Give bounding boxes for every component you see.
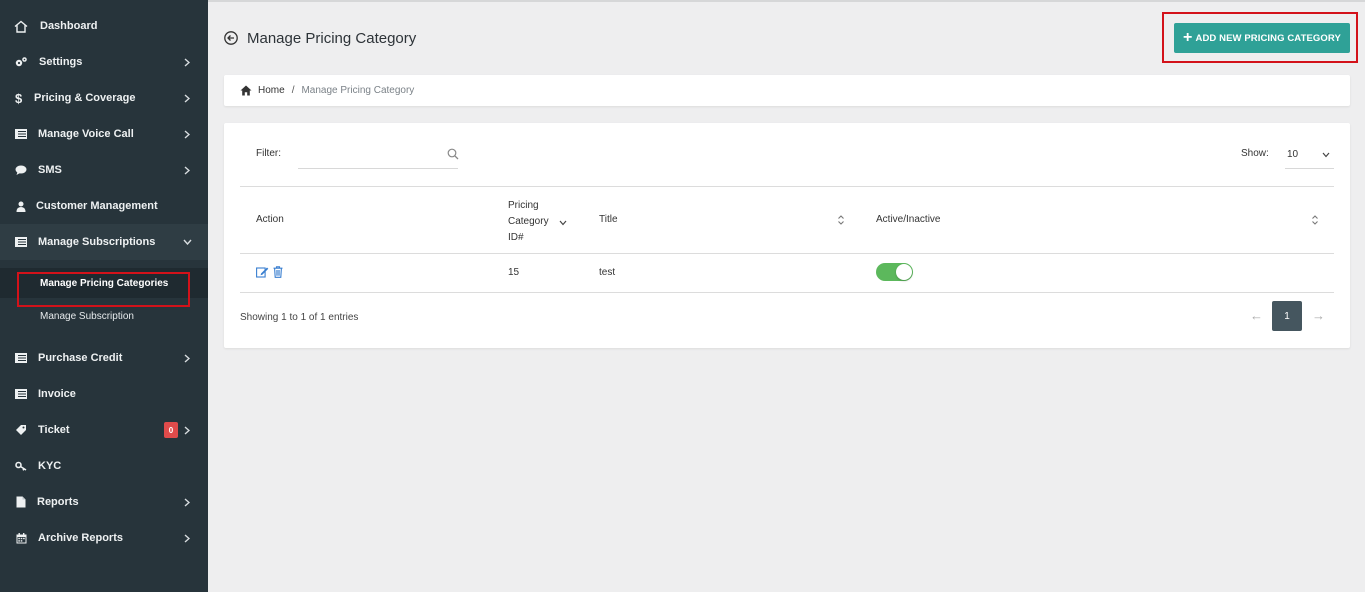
breadcrumb-home-link[interactable]: Home [258,85,285,96]
sidebar-item-customer-management[interactable]: Customer Management [0,188,208,224]
cell-title: test [599,267,616,278]
edit-icon[interactable] [256,265,269,278]
filter-input[interactable] [298,141,458,169]
page-title: Manage Pricing Category [247,29,417,47]
gears-icon [14,55,28,69]
page-size-select[interactable]: 10 [1285,141,1334,169]
list-icon [14,387,28,401]
sidebar-item-label: Dashboard [40,20,98,32]
page-number: 1 [1284,310,1290,322]
pricing-category-table-card: Filter: Show: 10 Action Pricing Category… [224,123,1350,348]
chevron-right-icon [182,129,192,139]
page-header: Manage Pricing Category [224,26,416,50]
table-top-border [240,186,1334,187]
list-icon [14,351,28,365]
table-header-border [240,253,1334,254]
chevron-right-icon [182,533,192,543]
sidebar-item-label: Reports [37,496,79,508]
highlight-box [1162,12,1358,63]
sidebar-item-label: Invoice [38,388,76,400]
delete-icon[interactable] [273,265,285,278]
sidebar-item-label: Settings [39,56,83,68]
home-icon [240,85,252,97]
table-bottom-border [240,292,1334,293]
ticket-icon [14,423,28,437]
breadcrumb-separator: / [291,85,295,96]
sidebar-item-label: Pricing & Coverage [34,92,136,104]
sidebar-item-manage-subscriptions[interactable]: Manage Subscriptions [0,224,208,260]
sidebar-item-invoice[interactable]: Invoice [0,376,208,412]
cell-pricing-category-id: 15 [508,267,520,278]
sidebar-item-label: Manage Subscriptions [38,236,156,248]
key-icon [14,459,28,473]
page-size-value: 10 [1287,149,1299,160]
back-arrow-icon[interactable] [224,31,238,45]
sidebar-item-archive-reports[interactable]: Archive Reports [0,520,208,556]
filter-label: Filter: [256,148,281,159]
chevron-right-icon [182,497,192,507]
list-icon [14,127,28,141]
column-header-title[interactable]: Title [599,214,618,225]
column-header-line: Pricing [508,200,539,211]
active-toggle[interactable] [876,263,913,281]
pagination-next-arrow[interactable]: → [1312,308,1325,323]
sidebar-item-label: Ticket [38,424,70,436]
search-icon [447,147,459,160]
chevron-down-icon [1322,150,1330,161]
sidebar-item-kyc[interactable]: KYC [0,448,208,484]
sidebar-item-manage-voice-call[interactable]: Manage Voice Call [0,116,208,152]
sidebar-item-label: KYC [38,460,62,472]
breadcrumb-current: Manage Pricing Category [301,85,415,96]
toggle-knob [896,264,912,280]
sidebar-item-reports[interactable]: Reports [0,484,208,520]
sort-icon[interactable] [837,213,845,225]
entries-summary: Showing 1 to 1 of 1 entries [240,312,359,323]
sidebar-item-sms[interactable]: SMS [0,152,208,188]
svg-text:$: $ [15,91,23,105]
comment-icon [14,163,28,177]
submenu-item-label: Manage Subscription [40,310,134,322]
highlight-box [17,272,190,307]
sidebar-item-label: Archive Reports [38,532,123,544]
ticket-count-badge: 0 [164,422,178,438]
home-icon [14,19,28,33]
column-header-action: Action [256,214,284,225]
sidebar-item-pricing-coverage[interactable]: $ Pricing & Coverage [0,80,208,116]
chevron-down-icon [182,237,192,247]
sidebar-item-settings[interactable]: Settings [0,44,208,80]
list-icon [14,235,28,249]
sidebar-item-label: Customer Management [36,200,158,212]
column-header-line: ID# [508,232,524,243]
sidebar-item-dashboard[interactable]: Dashboard [0,8,208,44]
chevron-right-icon [182,57,192,67]
column-header-line: Category [508,216,549,227]
file-icon [14,495,28,509]
chevron-right-icon [182,93,192,103]
breadcrumb: Home / Manage Pricing Category [224,75,1350,106]
sidebar-item-label: SMS [38,164,62,176]
sidebar-item-purchase-credit[interactable]: Purchase Credit [0,340,208,376]
user-icon [14,199,28,213]
pagination-page-1[interactable]: 1 [1272,301,1302,331]
column-header-pricing-category-id[interactable]: Pricing Category ID# [508,198,549,246]
show-label: Show: [1241,148,1269,159]
chevron-right-icon [182,425,192,435]
sidebar-item-label: Manage Voice Call [38,128,134,140]
sidebar-item-ticket[interactable]: Ticket 0 [0,412,208,448]
pagination-prev-arrow[interactable]: ← [1250,308,1263,323]
chevron-right-icon [182,353,192,363]
sort-desc-icon[interactable] [559,214,567,226]
top-border [208,0,1365,2]
column-header-active[interactable]: Active/Inactive [876,214,940,225]
dollar-icon: $ [12,91,26,105]
calendar-icon [14,531,28,545]
sidebar-item-label: Purchase Credit [38,352,123,364]
chevron-right-icon [182,165,192,175]
sort-icon[interactable] [1311,213,1319,225]
